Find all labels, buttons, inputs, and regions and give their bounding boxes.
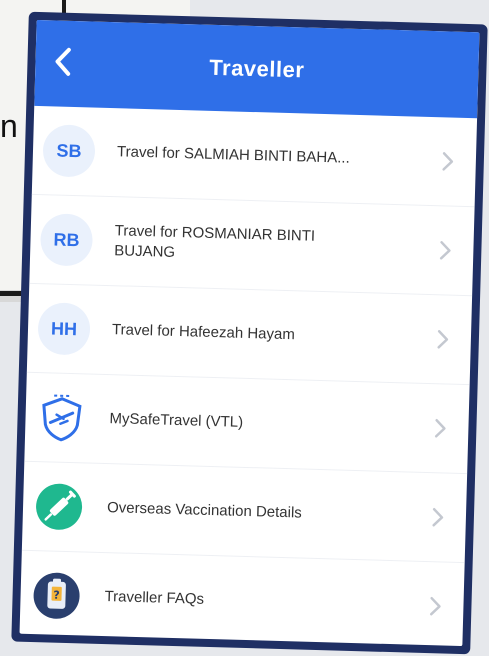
chevron-right-icon <box>437 330 449 349</box>
chevron-right-icon <box>442 152 454 171</box>
chevron-right-icon <box>432 507 444 527</box>
list-item-traveller-sb[interactable]: SB Travel for SALMIAH BINTI BAHA... <box>31 105 478 208</box>
vaccine-syringe-icon <box>32 480 85 533</box>
app-screen: Traveller SB Travel for SALMIAH BINTI BA… <box>19 19 480 647</box>
background-text: n <box>0 108 18 144</box>
phone-frame: Traveller SB Travel for SALMIAH BINTI BA… <box>11 11 488 655</box>
list-item-label: Traveller FAQs <box>104 588 205 608</box>
chevron-right-icon <box>429 596 441 616</box>
list-item-traveller-hh[interactable]: HH Travel for Hafeezah Hayam <box>26 283 473 386</box>
question-clipboard-icon: ? <box>30 569 83 622</box>
svg-text:?: ? <box>53 589 60 602</box>
list-item-label: Travel for Hafeezah Hayam <box>111 321 296 344</box>
list-item-label: Travel for SALMIAH BINTI BAHA... <box>116 143 350 167</box>
shield-plane-icon <box>35 391 88 444</box>
list-item-mysafetravel[interactable]: MySafeTravel (VTL) <box>24 372 470 475</box>
list-item-label: Overseas Vaccination Details <box>106 499 303 522</box>
chevron-right-icon <box>439 241 451 260</box>
avatar: SB <box>42 124 96 178</box>
traveller-list: SB Travel for SALMIAH BINTI BAHA... RB T… <box>20 105 478 646</box>
list-item-traveller-faqs[interactable]: ? Traveller FAQs <box>20 551 465 646</box>
list-item-traveller-rb[interactable]: RB Travel for ROSMANIAR BINTI BUJANG <box>29 194 475 297</box>
avatar: RB <box>39 213 94 267</box>
page-title: Traveller <box>209 54 305 83</box>
list-item-label: MySafeTravel (VTL) <box>109 410 244 431</box>
chevron-right-icon <box>434 419 446 438</box>
list-item-overseas-vaccination[interactable]: Overseas Vaccination Details <box>21 461 468 564</box>
list-item-label: Travel for ROSMANIAR BINTI BUJANG <box>114 222 316 261</box>
avatar: HH <box>37 302 91 356</box>
app-header: Traveller <box>34 19 480 119</box>
